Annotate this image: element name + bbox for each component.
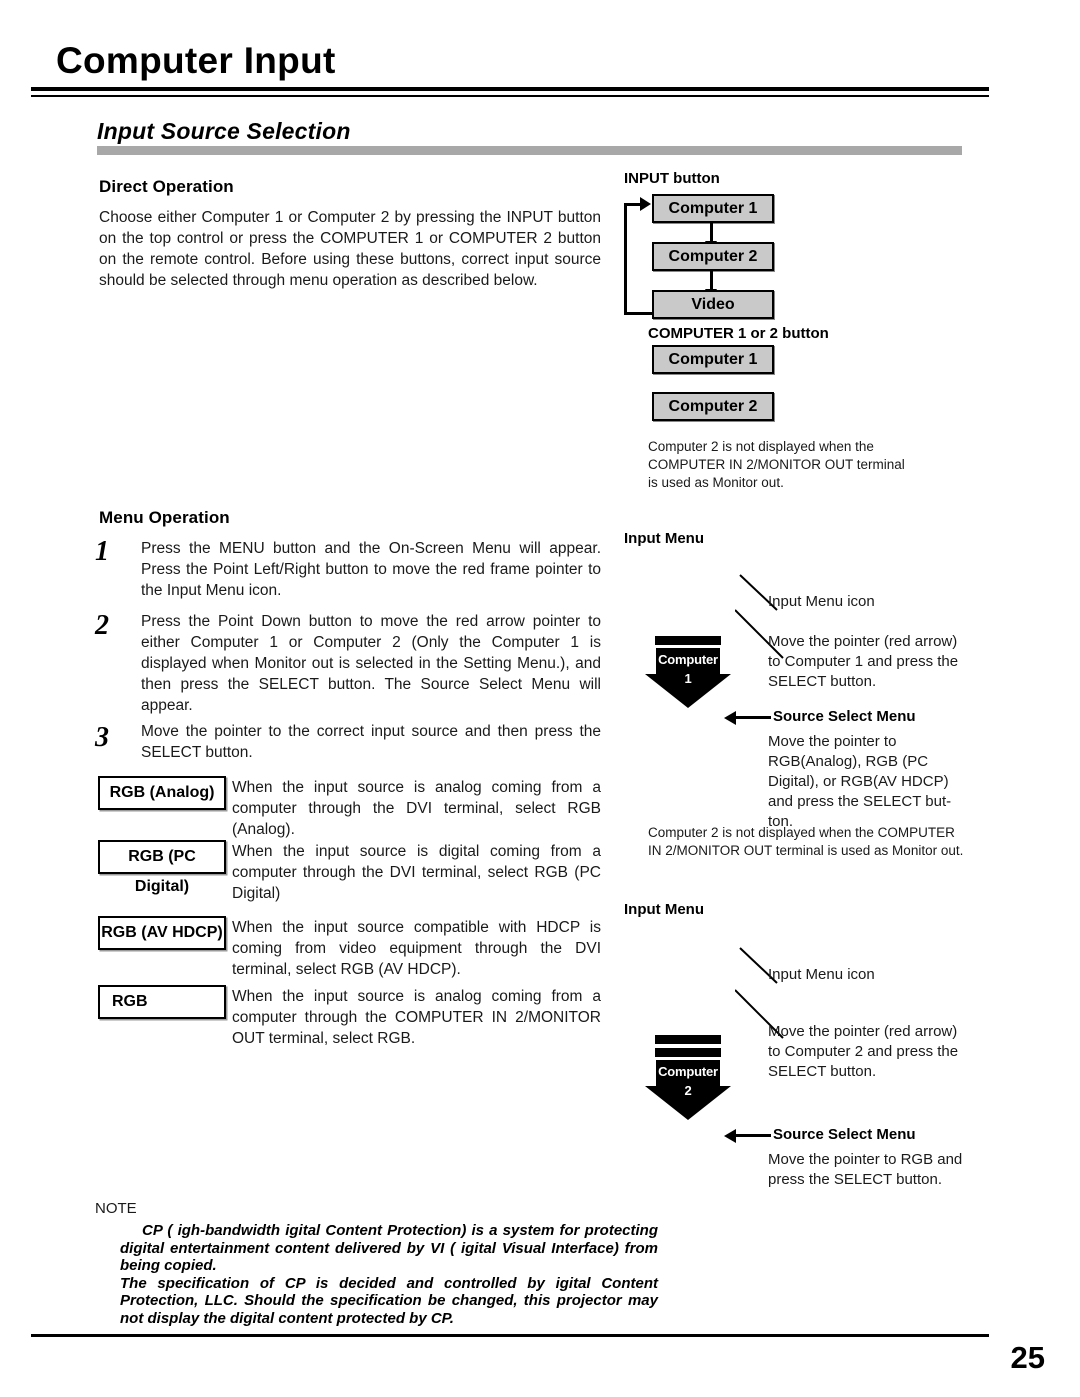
icon-label: Computer [658, 652, 718, 667]
icon-arrow-shape: Computer 2 [645, 1060, 731, 1120]
direct-operation-heading: Direct Operation [99, 177, 234, 196]
input-menu-1-icon-callout: Input Menu icon [768, 593, 875, 610]
page-title: Computer Input [56, 40, 336, 81]
definition-text-rgb-pc-digital: When the input source is digital coming … [232, 843, 601, 902]
input-menu-2-heading: Input Menu [624, 901, 704, 918]
source-select-menu-1-label: Source Select Menu [773, 708, 916, 725]
definition-text-rgb: When the input source is analog coming f… [232, 988, 601, 1047]
menu-operation-heading: Menu Operation [99, 508, 230, 527]
computer-button-diagram-heading: COMPUTER 1 or 2 button [648, 325, 829, 342]
input-menu-2-icon-callout: Input Menu icon [768, 966, 875, 983]
loop-line-bottom [624, 312, 654, 315]
source-select-menu-2-label: Source Select Menu [773, 1126, 916, 1143]
source-select-menu-1-text: Move the pointer to RGB(Analog), RGB (PC… [768, 733, 952, 830]
note-body: CP ( igh-bandwidth igital Content Protec… [120, 1222, 658, 1327]
loop-line-vertical [624, 203, 627, 315]
input-menu-2-move-callout: Move the pointer (red arrow) to Computer… [768, 1023, 959, 1080]
note-paragraph-1: CP ( igh-bandwidth igital Content Protec… [120, 1222, 658, 1274]
icon-bar-top [655, 636, 721, 645]
step-number-3: 3 [95, 722, 109, 753]
left-arrow-icon [724, 1128, 771, 1143]
input-menu-1-note: Computer 2 is not displayed when the COM… [648, 825, 964, 858]
icon-bar-second [655, 1048, 721, 1057]
icon-number: 2 [684, 1083, 692, 1098]
step-number-1: 1 [95, 536, 109, 567]
step-text-3: Move the pointer to the correct input so… [141, 723, 601, 761]
flow-box-computer-1-direct: Computer 1 [652, 345, 774, 374]
flow-box-video: Video [652, 290, 774, 319]
input-menu-1-move-callout: Move the pointer (red arrow) to Computer… [768, 633, 959, 690]
definition-text-rgb-analog: When the input source is analog coming f… [232, 779, 601, 838]
flow-box-computer-2-direct: Computer 2 [652, 392, 774, 421]
computer-2-menu-icon: Computer 2 [645, 1035, 731, 1120]
icon-arrow-shape: Computer 1 [645, 648, 731, 708]
icon-bar-top [655, 1035, 721, 1044]
section-divider-bar [97, 146, 962, 155]
definition-text-rgb-av-hdcp: When the input source compatible with HD… [232, 919, 601, 978]
note-title: NOTE [95, 1200, 137, 1217]
title-rule-thin [31, 95, 989, 97]
definition-term-rgb-av-hdcp: RGB (AV HDCP) [98, 916, 226, 950]
left-arrow-icon [724, 710, 771, 725]
step-text-2: Press the Point Down button to move the … [141, 613, 601, 714]
input-button-diagram-heading: INPUT button [624, 170, 720, 187]
definition-term-rgb-pc-digital: RGB (PC Digital) [98, 840, 226, 895]
flow-box-computer-2: Computer 2 [652, 242, 774, 271]
icon-label: Computer [658, 1064, 718, 1079]
input-menu-1-heading: Input Menu [624, 530, 704, 547]
step-text-1: Press the MENU button and the On-Screen … [141, 540, 601, 599]
step-number-2: 2 [95, 610, 109, 641]
computer-1-menu-icon: Computer 1 [645, 636, 731, 708]
title-rule-thick [31, 87, 989, 91]
note-paragraph-2: The specification of CP is decided and c… [120, 1274, 658, 1327]
page-number: 25 [1010, 1340, 1045, 1375]
computer-button-note: Computer 2 is not displayed when the COM… [648, 439, 905, 490]
flow-box-computer-1: Computer 1 [652, 194, 774, 223]
icon-number: 1 [684, 671, 692, 686]
flow-arrow-1-to-2 [705, 223, 717, 251]
direct-operation-paragraph: Choose either Computer 1 or Computer 2 b… [99, 209, 601, 289]
definition-term-rgb-analog: RGB (Analog) [98, 776, 226, 810]
footer-rule [31, 1334, 989, 1337]
section-heading: Input Source Selection [97, 118, 351, 144]
loop-arrowhead-icon [640, 197, 651, 211]
flow-arrow-2-to-video [705, 271, 717, 299]
source-select-menu-2-text: Move the pointer to RGB and press the SE… [768, 1151, 963, 1188]
definition-term-rgb: RGB [98, 985, 226, 1019]
